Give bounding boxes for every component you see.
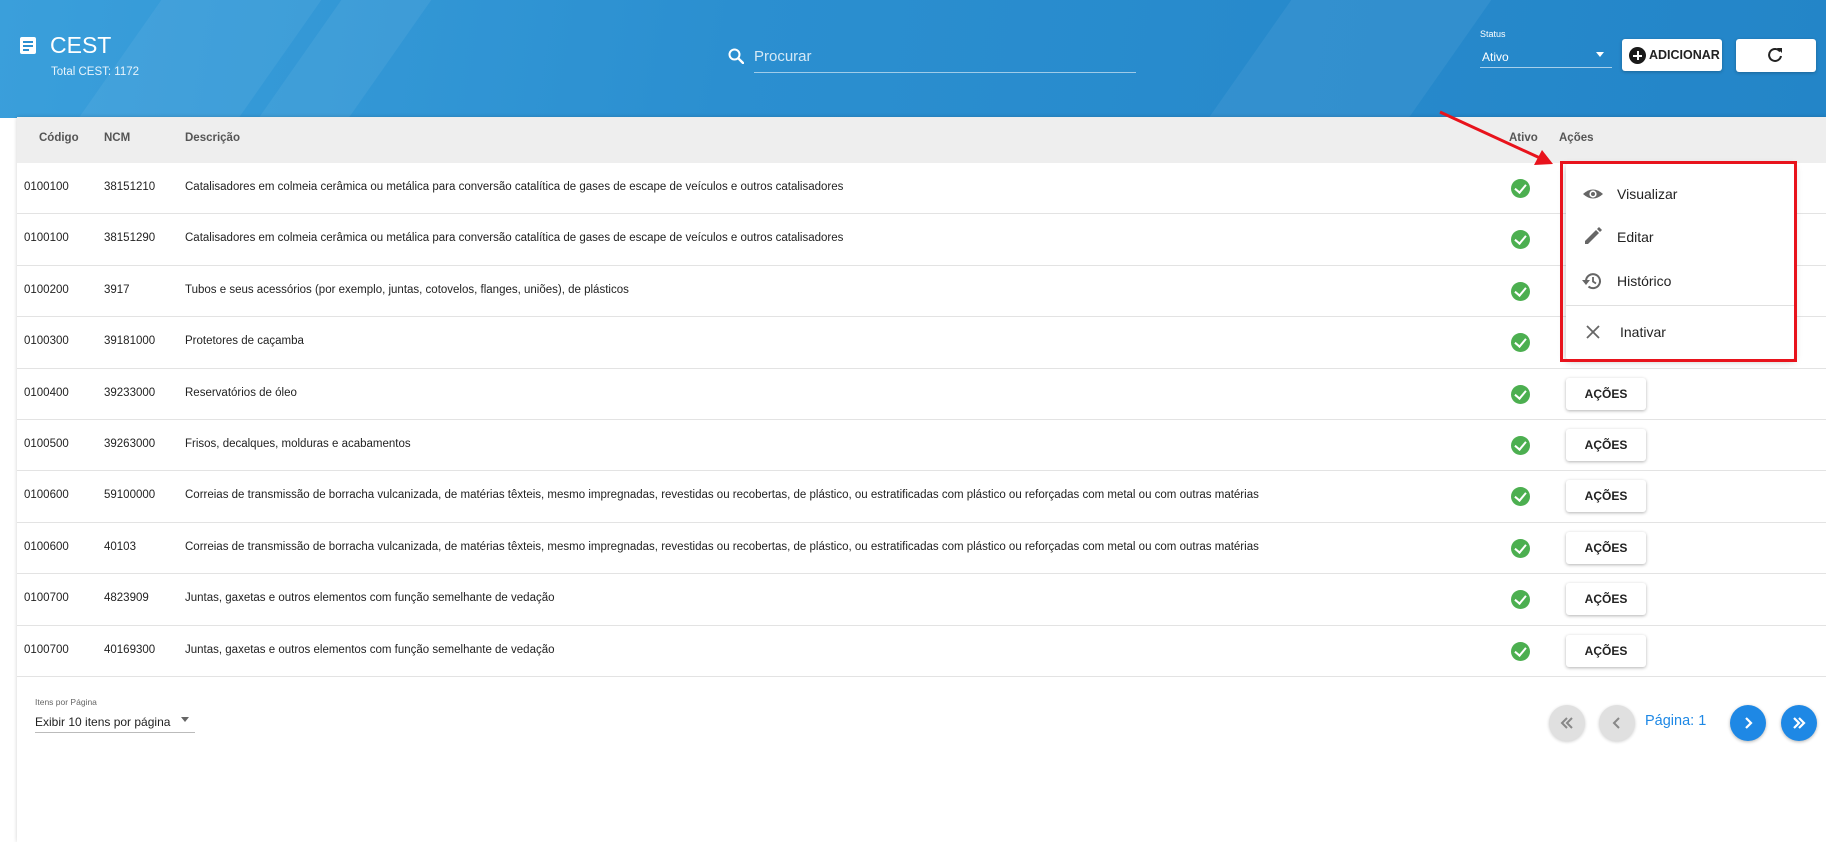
cell-descricao: Correias de transmissão de borracha vulc… [185,540,1259,553]
search-box [728,40,1136,74]
cell-ncm: 3917 [104,283,130,296]
chevron-right-icon [1745,717,1753,729]
first-page-button[interactable] [1549,705,1585,741]
cell-descricao: Reservatórios de óleo [185,386,297,399]
check-circle-icon [1511,641,1530,661]
table-header: Código NCM Descrição Ativo Ações [17,117,1826,163]
check-circle-icon [1511,538,1530,558]
page-title: CEST [50,32,112,58]
next-page-button[interactable] [1730,705,1766,741]
actions-button[interactable]: AÇÕES [1566,480,1646,513]
header-decoration [1208,0,1492,118]
column-header-ncm[interactable]: NCM [104,132,130,144]
table-row: 0100700 4823909 Juntas, gaxetas e outros e… [17,574,1826,626]
cell-codigo: 0100700 [24,643,69,656]
cell-ncm: 39233000 [104,386,156,399]
previous-page-button[interactable] [1599,705,1635,741]
list-icon [20,37,36,54]
table-card: Código NCM Descrição Ativo Ações 0100100… [17,117,1826,842]
cell-ncm: 59100000 [104,489,156,502]
chevron-down-icon [1596,52,1604,57]
annotation-highlight-box [1560,161,1797,362]
cell-codigo: 0100600 [24,489,69,502]
table-row: 0100600 40103 Correias de transmissão de b… [17,523,1826,575]
cell-descricao: Tubos e seus acessórios (por exemplo, ju… [185,283,629,296]
column-header-ativo[interactable]: Ativo [1509,132,1538,144]
check-circle-icon [1511,384,1530,404]
actions-button[interactable]: AÇÕES [1566,583,1646,616]
cell-codigo: 0100600 [24,540,69,553]
cell-descricao: Frisos, decalques, molduras e acabamento… [185,438,411,450]
refresh-icon [1768,47,1782,62]
double-chevron-left-icon [1560,717,1573,729]
cell-ncm: 38151210 [104,181,156,193]
table-row: 0100700 40169300 Juntas, gaxetas e outros … [17,626,1826,677]
actions-button[interactable]: AÇÕES [1566,634,1646,667]
last-page-button[interactable] [1781,705,1817,741]
chevron-down-icon [181,717,189,722]
cell-ncm: 4823909 [104,592,149,605]
status-value: Ativo [1482,50,1509,64]
table-row: 0100600 59100000 Correias de transmissão d… [17,471,1826,523]
check-circle-icon [1511,436,1530,455]
check-circle-icon [1511,230,1530,250]
cell-descricao: Juntas, gaxetas e outros elementos com f… [185,643,555,656]
cell-descricao: Catalisadores em colmeia cerâmica ou met… [185,181,844,193]
cell-descricao: Juntas, gaxetas e outros elementos com f… [185,592,555,605]
table-row: 0100200 3917 Tubos e seus acessórios (por … [17,266,1826,318]
refresh-button[interactable] [1736,39,1816,72]
search-icon [728,48,744,64]
column-header-descricao[interactable]: Descrição [185,132,240,144]
cell-descricao: Catalisadores em colmeia cerâmica ou met… [185,232,844,245]
table-row: 0100100 38151210 Catalisadores em colmeia … [17,163,1826,215]
cell-ncm: 39263000 [104,438,156,450]
total-count: Total CEST: 1172 [51,66,140,78]
check-circle-icon [1511,487,1530,507]
table-row: 0100500 39263000 Frisos, decalques, moldur… [17,420,1826,472]
status-select[interactable]: Ativo [1480,44,1612,68]
check-circle-icon [1511,590,1530,610]
items-per-page-value: Exibir 10 itens por página [35,715,171,729]
actions-button[interactable]: AÇÕES [1566,531,1646,564]
cell-codigo: 0100700 [24,592,69,605]
page-indicator: Página: 1 [1645,713,1707,729]
cell-ncm: 40103 [104,540,136,553]
cell-descricao: Protetores de caçamba [185,335,304,348]
cell-ncm: 38151290 [104,232,156,245]
add-circle-icon [1629,47,1646,64]
table-row: 0100400 39233000 Reservatórios de óleo AÇÕE… [17,369,1826,420]
double-chevron-right-icon [1793,717,1806,729]
actions-button[interactable]: AÇÕES [1566,377,1646,410]
search-input[interactable] [754,40,1136,73]
status-label: Status [1480,29,1506,39]
cell-codigo: 0100300 [24,335,69,348]
cell-ncm: 40169300 [104,643,156,656]
cell-codigo: 0100200 [24,283,69,296]
add-button-label: ADICIONAR [1649,48,1720,62]
cell-codigo: 0100500 [24,438,69,450]
chevron-left-icon [1612,717,1620,729]
add-button[interactable]: ADICIONAR [1622,39,1722,71]
items-per-page-select[interactable]: Exibir 10 itens por página [35,709,195,733]
cell-ncm: 39181000 [104,335,156,348]
cell-descricao: Correias de transmissão de borracha vulc… [185,489,1259,502]
cell-codigo: 0100400 [24,386,69,399]
actions-button[interactable]: AÇÕES [1566,429,1646,461]
check-circle-icon [1511,281,1530,301]
column-header-acoes: Ações [1559,132,1594,144]
table-row: 0100100 38151290 Catalisadores em colmeia … [17,214,1826,266]
column-header-codigo[interactable]: Código [39,132,79,144]
cell-codigo: 0100100 [24,181,69,193]
check-circle-icon [1511,333,1530,353]
items-per-page-label: Itens por Página [35,697,97,707]
table-row: 0100300 39181000 Protetores de caçamba [17,317,1826,369]
check-circle-icon [1511,179,1530,198]
cell-codigo: 0100100 [24,232,69,245]
page-header: CEST Total CEST: 1172 Status Ativo ADICI… [0,0,1826,118]
